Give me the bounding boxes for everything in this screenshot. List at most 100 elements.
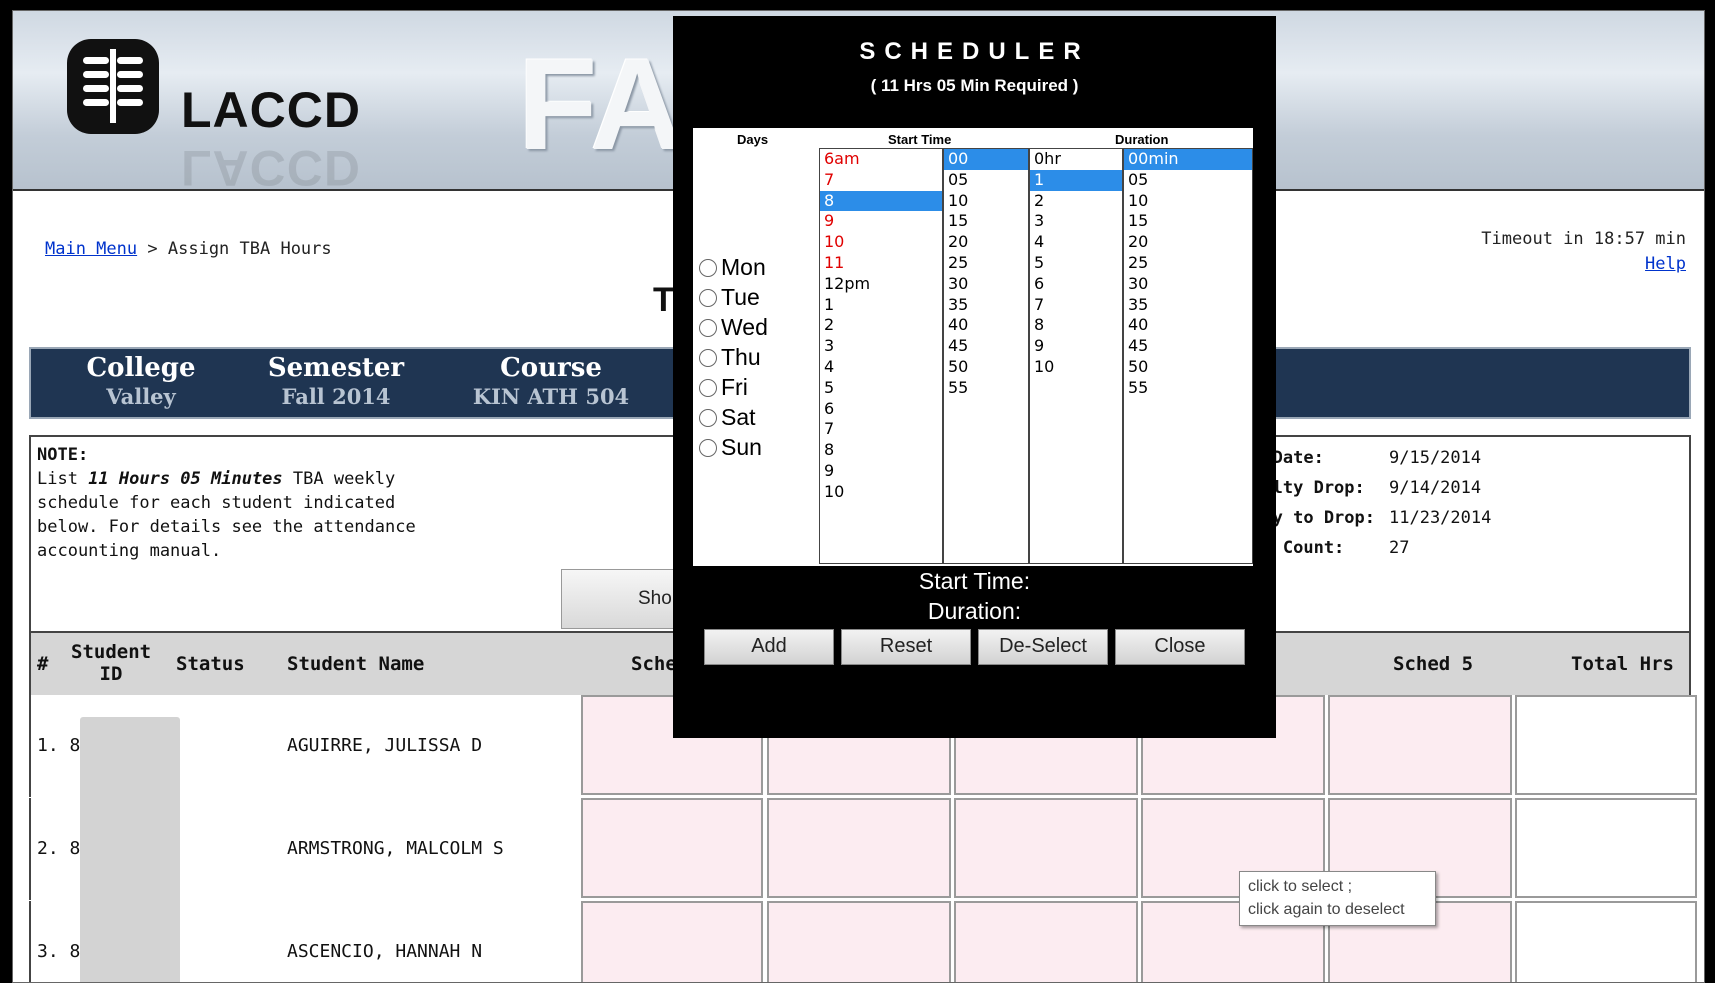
start-minute-option[interactable]: 30 <box>944 274 1028 295</box>
duration-hour-option[interactable]: 0hr <box>1030 149 1122 170</box>
start-minute-option[interactable]: 55 <box>944 378 1028 399</box>
start-hour-option[interactable]: 6am <box>820 149 942 170</box>
start-hour-option[interactable]: 3 <box>820 336 942 357</box>
start-hour-option[interactable]: 12pm <box>820 274 942 295</box>
start-hour-option[interactable]: 6 <box>820 399 942 420</box>
start-hour-option[interactable]: 11 <box>820 253 942 274</box>
day-option-mon[interactable]: Mon <box>699 254 766 281</box>
day-option-sat[interactable]: Sat <box>699 404 756 431</box>
duration-hour-option[interactable]: 10 <box>1030 357 1122 378</box>
sched-cell[interactable] <box>954 798 1138 898</box>
radio-icon[interactable] <box>699 378 717 397</box>
semester-info: Semester Fall 2014 <box>236 353 436 409</box>
radio-icon[interactable] <box>699 288 717 307</box>
duration-hour-option[interactable]: 8 <box>1030 315 1122 336</box>
duration-hour-option[interactable]: 5 <box>1030 253 1122 274</box>
duration-minute-listbox[interactable]: 00min 05 10 15 20 25 30 35 40 45 50 55 <box>1123 148 1253 564</box>
sched-cell[interactable] <box>767 901 951 982</box>
start-minute-option[interactable]: 10 <box>944 191 1028 212</box>
duration-hour-option[interactable]: 7 <box>1030 295 1122 316</box>
sched-cell[interactable] <box>767 798 951 898</box>
college-info: College Valley <box>61 353 221 409</box>
start-minute-option[interactable]: 45 <box>944 336 1028 357</box>
day-option-fri[interactable]: Fri <box>699 374 748 401</box>
add-button[interactable]: Add <box>704 629 834 665</box>
duration-minute-option[interactable]: 20 <box>1124 232 1252 253</box>
start-hour-option[interactable]: 7 <box>820 170 942 191</box>
help-link[interactable]: Help <box>1645 254 1686 274</box>
start-hour-option[interactable]: 1 <box>820 295 942 316</box>
start-time-header: Start Time <box>888 132 952 147</box>
start-hour-option[interactable]: 2 <box>820 315 942 336</box>
start-hour-option[interactable]: 4 <box>820 357 942 378</box>
duration-minute-option[interactable]: 25 <box>1124 253 1252 274</box>
duration-minute-option[interactable]: 05 <box>1124 170 1252 191</box>
duration-hour-option[interactable]: 2 <box>1030 191 1122 212</box>
radio-icon[interactable] <box>699 408 717 427</box>
start-minute-listbox[interactable]: 00 05 10 15 20 25 30 35 40 45 50 55 <box>943 148 1029 564</box>
start-hour-option[interactable]: 8 <box>820 440 942 461</box>
sched-cell[interactable] <box>581 901 763 982</box>
duration-hour-option[interactable]: 4 <box>1030 232 1122 253</box>
start-hour-option[interactable]: 10 <box>820 232 942 253</box>
days-header: Days <box>737 132 769 147</box>
start-minute-option[interactable]: 15 <box>944 211 1028 232</box>
sched-cell[interactable] <box>954 901 1138 982</box>
total-hrs-cell <box>1515 901 1697 982</box>
duration-minute-option[interactable]: 45 <box>1124 336 1252 357</box>
radio-icon[interactable] <box>699 318 717 337</box>
census-date: 9/15/2014 <box>1389 448 1482 468</box>
start-minute-option[interactable]: 25 <box>944 253 1028 274</box>
start-hour-option[interactable]: 5 <box>820 378 942 399</box>
start-minute-option[interactable]: 40 <box>944 315 1028 336</box>
duration-hour-option[interactable]: 1 <box>1030 169 1122 191</box>
scheduler-summary: Start Time: Duration: <box>673 568 1276 628</box>
start-minute-option[interactable]: 50 <box>944 357 1028 378</box>
start-hour-option[interactable]: 9 <box>820 461 942 482</box>
radio-icon[interactable] <box>699 348 717 367</box>
duration-minute-option[interactable]: 35 <box>1124 295 1252 316</box>
sched-cell[interactable] <box>581 798 763 898</box>
main-menu-link[interactable]: Main Menu <box>45 239 137 259</box>
duration-minute-option[interactable]: 50 <box>1124 357 1252 378</box>
day-option-sun[interactable]: Sun <box>699 434 762 461</box>
day-option-tue[interactable]: Tue <box>699 284 760 311</box>
start-minute-option[interactable]: 00 <box>944 149 1028 170</box>
duration-minute-option[interactable]: 00min <box>1124 149 1252 170</box>
college-label: College <box>86 353 196 383</box>
radio-icon[interactable] <box>699 258 717 277</box>
start-hour-option[interactable]: 7 <box>820 419 942 440</box>
start-hour-option[interactable]: 10 <box>820 482 942 503</box>
duration-minute-option[interactable]: 30 <box>1124 274 1252 295</box>
banner-title: FA <box>518 31 685 177</box>
reset-button[interactable]: Reset <box>841 629 971 665</box>
row-number: 3. 8 <box>37 941 81 962</box>
duration-minute-option[interactable]: 40 <box>1124 315 1252 336</box>
duration-minute-option[interactable]: 10 <box>1124 191 1252 212</box>
row-number: 2. 8 <box>37 838 81 859</box>
no-penalty-date: 9/14/2014 <box>1389 478 1482 498</box>
start-hour-option[interactable]: 8 <box>820 190 942 212</box>
note-heading: NOTE: <box>37 445 89 465</box>
day-option-thu[interactable]: Thu <box>699 344 761 371</box>
close-button[interactable]: Close <box>1115 629 1245 665</box>
day-option-wed[interactable]: Wed <box>699 314 768 341</box>
duration-hour-listbox[interactable]: 0hr 1 2 3 4 5 6 7 8 9 10 <box>1029 148 1123 564</box>
duration-minute-option[interactable]: 15 <box>1124 211 1252 232</box>
start-hour-option[interactable]: 9 <box>820 211 942 232</box>
course-info: Course KIN ATH 504 <box>451 353 651 409</box>
tooltip-line-1: click to select ; <box>1248 878 1353 895</box>
deselect-button[interactable]: De-Select <box>978 629 1108 665</box>
duration-hour-option[interactable]: 9 <box>1030 336 1122 357</box>
duration-minute-option[interactable]: 55 <box>1124 378 1252 399</box>
start-minute-option[interactable]: 20 <box>944 232 1028 253</box>
duration-hour-option[interactable]: 6 <box>1030 274 1122 295</box>
radio-icon[interactable] <box>699 438 717 457</box>
sched-cell[interactable] <box>1328 695 1512 795</box>
scheduler-title: SCHEDULER <box>859 38 1090 65</box>
duration-hour-option[interactable]: 3 <box>1030 211 1122 232</box>
wheat-logo-icon <box>67 39 159 134</box>
start-minute-option[interactable]: 35 <box>944 295 1028 316</box>
start-hour-listbox[interactable]: 6am 7 8 9 10 11 12pm 1 2 3 4 5 6 7 8 9 10 <box>819 148 943 564</box>
start-minute-option[interactable]: 05 <box>944 170 1028 191</box>
